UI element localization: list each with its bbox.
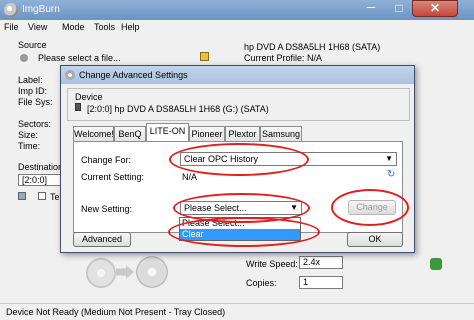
- tab-samsung[interactable]: Samsung: [260, 126, 302, 141]
- source-drive-text: hp DVD A DS8A5LH 1H68 (SATA): [244, 42, 381, 52]
- log-icon[interactable]: [430, 258, 442, 270]
- advanced-button[interactable]: Advanced: [73, 232, 131, 247]
- drive-icon: [18, 192, 26, 200]
- refresh-icon[interactable]: ↻: [387, 169, 395, 180]
- write-speed-select[interactable]: 2.4x: [299, 256, 343, 269]
- status-bar: Device Not Ready (Medium Not Present - T…: [0, 303, 474, 320]
- copies-label: Copies:: [246, 278, 277, 288]
- dialog-disc-icon: [65, 70, 75, 80]
- tab-lite-on[interactable]: LITE-ON: [146, 123, 189, 142]
- tab-welcome[interactable]: Welcome!: [73, 126, 114, 141]
- current-setting-label: Current Setting:: [81, 172, 145, 182]
- menu-tools[interactable]: Tools: [94, 22, 115, 32]
- chevron-down-icon: ▼: [385, 154, 393, 163]
- source-file-select[interactable]: Please select a file...: [38, 53, 121, 63]
- info-label-filesys: File Sys:: [18, 97, 53, 107]
- annotation-ellipse-change-button: [331, 189, 409, 226]
- destination-drive-value: [2:0:0]: [22, 175, 48, 185]
- write-speed-label: Write Speed:: [246, 259, 298, 269]
- copies-stepper[interactable]: 1: [299, 276, 343, 289]
- tab-plextor[interactable]: Plextor: [225, 126, 260, 141]
- burn-arrow-icon: [116, 265, 134, 279]
- test-mode-checkbox[interactable]: [38, 192, 46, 200]
- menu-help[interactable]: Help: [121, 22, 140, 32]
- menu-file[interactable]: File: [4, 22, 19, 32]
- source-disc-graphic: [86, 258, 116, 288]
- copies-value: 1: [303, 277, 309, 287]
- info-label-sectors: Sectors:: [18, 119, 52, 129]
- source-group-label: Source: [18, 40, 47, 50]
- annotation-ellipse-clear-option: [168, 217, 320, 247]
- minimize-button[interactable]: ─: [356, 0, 386, 17]
- info-label-time: Time:: [18, 141, 41, 151]
- destination-disc-graphic[interactable]: [136, 256, 168, 288]
- info-label-size: Size:: [18, 130, 39, 140]
- close-button[interactable]: ✕: [412, 0, 458, 17]
- destination-group-label: Destination: [18, 162, 64, 172]
- window-title: ImgBurn: [22, 4, 60, 15]
- menu-bar: File View Mode Tools Help: [0, 20, 474, 34]
- title-bar: ImgBurn ─ □ ✕: [0, 0, 474, 20]
- maximize-button[interactable]: □: [386, 0, 412, 17]
- write-speed-value: 2.4x: [303, 257, 321, 267]
- current-profile-text: Current Profile: N/A: [244, 53, 323, 63]
- tab-pioneer[interactable]: Pioneer: [189, 126, 225, 141]
- dialog-title: Change Advanced Settings: [79, 70, 188, 80]
- new-setting-label: New Setting:: [81, 204, 133, 214]
- info-label-impid: Imp ID:: [18, 86, 48, 96]
- dialog-title-bar: Change Advanced Settings: [61, 66, 414, 84]
- current-setting-value: N/A: [182, 172, 198, 182]
- ok-button[interactable]: OK: [347, 232, 403, 247]
- change-for-label: Change For:: [81, 155, 132, 165]
- source-disc-icon: [20, 54, 28, 62]
- device-label: Device: [75, 92, 103, 102]
- tab-benq[interactable]: BenQ: [114, 126, 146, 141]
- imgburn-app-icon: [4, 3, 18, 17]
- destination-drive-select[interactable]: [2:0:0]: [18, 174, 62, 186]
- menu-view[interactable]: View: [28, 22, 47, 32]
- browse-folder-icon[interactable]: [200, 52, 209, 61]
- info-label-label: Label:: [18, 75, 43, 85]
- status-text: Device Not Ready (Medium Not Present - T…: [6, 307, 226, 317]
- device-value: [2:0:0] hp DVD A DS8A5LH 1H68 (G:) (SATA…: [87, 104, 269, 114]
- device-drive-icon: [75, 103, 81, 111]
- annotation-ellipse-change-for: [169, 143, 309, 176]
- test-mode-label: Te: [50, 192, 60, 202]
- menu-mode[interactable]: Mode: [62, 22, 85, 32]
